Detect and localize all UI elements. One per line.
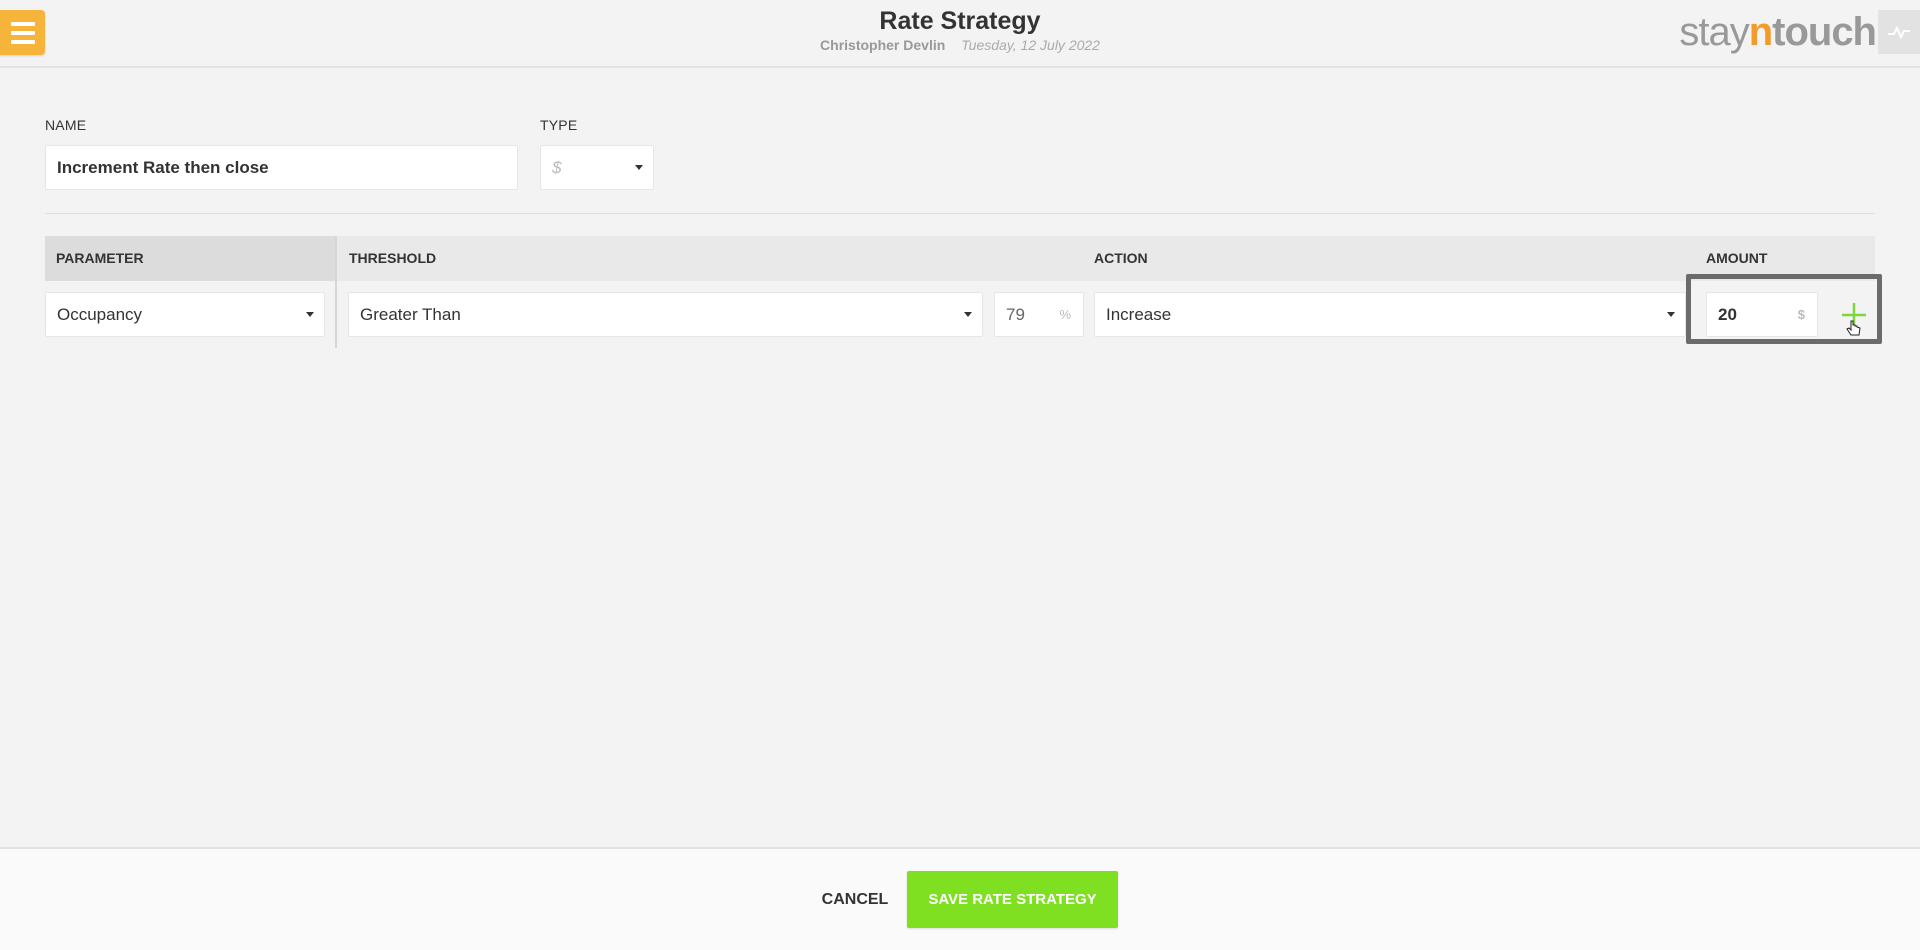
title-block: Rate Strategy Christopher Devlin Tuesday… (0, 6, 1920, 54)
logo-touch: touch (1772, 10, 1877, 54)
user-name: Christopher Devlin (820, 37, 946, 53)
type-select[interactable]: $ (540, 145, 654, 190)
parameter-value: Occupancy (57, 304, 143, 324)
percent-unit: % (1059, 307, 1071, 322)
hand-cursor-icon (1846, 320, 1861, 336)
type-value: $ (552, 157, 562, 177)
name-value: Increment Rate then close (57, 157, 269, 177)
action-value: Increase (1106, 304, 1172, 324)
page-subtitle: Christopher Devlin Tuesday, 12 July 2022 (0, 36, 1920, 54)
action-select[interactable]: Increase (1094, 292, 1686, 337)
caret-down-icon (1667, 311, 1675, 317)
caret-down-icon (306, 311, 314, 317)
save-rate-strategy-button[interactable]: SAVE RATE STRATEGY (907, 871, 1118, 928)
threshold-operator-value: Greater Than (360, 304, 461, 324)
threshold-value: 79 (1006, 304, 1025, 324)
cancel-button[interactable]: CANCEL (810, 872, 900, 928)
caret-down-icon (964, 311, 972, 317)
current-date: Tuesday, 12 July 2022 (961, 37, 1100, 53)
section-divider (45, 213, 1875, 214)
logo-n: n (1748, 10, 1773, 54)
brand-logo: stayntouch (1679, 8, 1877, 56)
activity-button[interactable] (1878, 10, 1920, 54)
header: Rate Strategy Christopher Devlin Tuesday… (0, 0, 1920, 68)
action-header: ACTION (1094, 250, 1148, 266)
logo-stay: stay (1679, 10, 1749, 54)
threshold-header: THRESHOLD (349, 250, 437, 266)
parameter-select[interactable]: Occupancy (45, 292, 325, 337)
parameter-header: PARAMETER (56, 250, 144, 266)
activity-icon (1888, 25, 1910, 40)
threshold-value-input[interactable]: 79 % (994, 292, 1084, 337)
name-input[interactable]: Increment Rate then close (45, 145, 518, 190)
rules-table-header (45, 236, 1875, 281)
name-label: NAME (45, 117, 87, 133)
caret-down-icon (635, 164, 643, 170)
type-label: TYPE (540, 117, 578, 133)
column-separator (335, 236, 337, 348)
page-title: Rate Strategy (879, 7, 1041, 35)
threshold-operator-select[interactable]: Greater Than (348, 292, 983, 337)
